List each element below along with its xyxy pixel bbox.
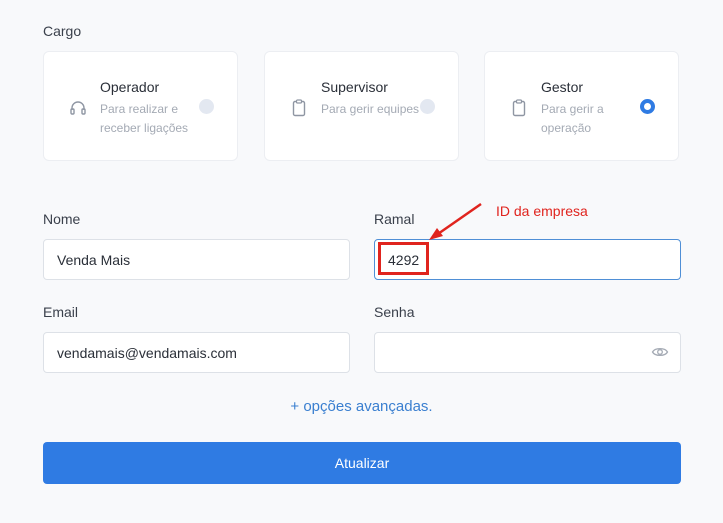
clipboard-icon bbox=[292, 99, 306, 117]
role-card-operador[interactable]: Operador Para realizar e receber ligaçõe… bbox=[43, 51, 238, 161]
nome-label: Nome bbox=[43, 211, 81, 227]
update-button[interactable]: Atualizar bbox=[43, 442, 681, 484]
role-radio-gestor[interactable] bbox=[640, 99, 655, 114]
role-title: Supervisor bbox=[321, 79, 388, 95]
senha-label: Senha bbox=[374, 304, 415, 320]
role-radio-supervisor[interactable] bbox=[420, 99, 435, 114]
nome-input[interactable] bbox=[43, 239, 350, 280]
email-input[interactable] bbox=[43, 332, 350, 373]
senha-input[interactable] bbox=[374, 332, 681, 373]
ramal-label: Ramal bbox=[374, 211, 415, 227]
role-description: Para gerir a operação bbox=[541, 102, 604, 135]
role-title: Gestor bbox=[541, 79, 584, 95]
headset-icon bbox=[70, 101, 86, 115]
role-description: Para realizar e receber ligações bbox=[100, 102, 189, 135]
eye-icon[interactable] bbox=[651, 343, 669, 361]
role-card-supervisor[interactable]: Supervisor Para gerir equipes bbox=[264, 51, 459, 161]
annotation-highlight-box bbox=[378, 242, 429, 275]
role-title: Operador bbox=[100, 79, 160, 95]
role-description: Para gerir equipes bbox=[321, 102, 420, 116]
clipboard-icon bbox=[512, 99, 526, 117]
email-label: Email bbox=[43, 304, 79, 320]
role-card-gestor[interactable]: Gestor Para gerir a operação bbox=[484, 51, 679, 161]
annotation-arrow-icon bbox=[429, 202, 482, 240]
user-edit-form: Cargo Operador Para realizar e receber l… bbox=[0, 0, 723, 523]
advanced-options-link[interactable]: + opções avançadas. bbox=[0, 398, 723, 415]
annotation-label: ID da empresa bbox=[496, 203, 588, 219]
cargo-label: Cargo bbox=[43, 23, 82, 39]
role-radio-operador[interactable] bbox=[199, 99, 214, 114]
